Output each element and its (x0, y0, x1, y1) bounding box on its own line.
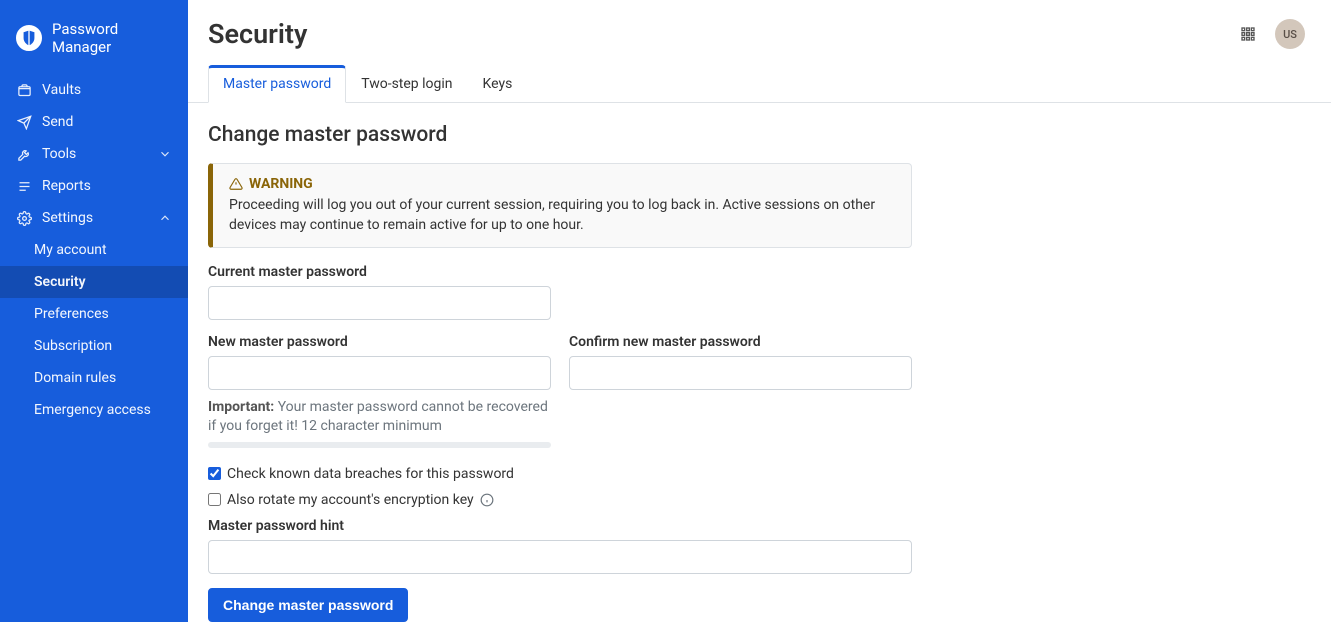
rotate-key-label[interactable]: Also rotate my account's encryption key (227, 492, 474, 508)
change-password-button[interactable]: Change master password (208, 588, 408, 622)
current-password-label: Current master password (208, 264, 1128, 280)
main: Security US Master password Two-step log… (188, 0, 1331, 622)
sidebar-item-preferences[interactable]: Preferences (0, 298, 188, 330)
master-hint-label: Master password hint (208, 518, 1128, 534)
confirm-password-input[interactable] (569, 356, 912, 390)
sidebar-item-my-account[interactable]: My account (0, 234, 188, 266)
sidebar-item-label: Settings (42, 210, 93, 226)
sidebar-item-vaults[interactable]: Vaults (0, 74, 188, 106)
sidebar-item-emergency-access[interactable]: Emergency access (0, 394, 188, 426)
avatar[interactable]: US (1275, 19, 1305, 49)
sidebar-item-label: Subscription (34, 338, 112, 354)
new-password-label: New master password (208, 334, 551, 350)
send-icon (16, 114, 32, 130)
sidebar: Password Manager Vaults Send Tools (0, 0, 188, 622)
sidebar-item-label: Emergency access (34, 402, 151, 418)
content: Change master password WARNING Proceedin… (188, 103, 1148, 642)
tab-label: Keys (483, 76, 513, 92)
warning-callout: WARNING Proceeding will log you out of y… (208, 163, 912, 248)
sidebar-item-reports[interactable]: Reports (0, 170, 188, 202)
important-bold: Important: (208, 399, 274, 415)
sidebar-item-send[interactable]: Send (0, 106, 188, 138)
nav: Vaults Send Tools Reports (0, 74, 188, 234)
sidebar-item-label: Reports (42, 178, 91, 194)
reports-icon (16, 178, 32, 194)
apps-grid-icon[interactable] (1239, 25, 1257, 43)
tab-label: Master password (223, 76, 331, 92)
rotate-key-checkbox[interactable] (208, 493, 221, 506)
topbar: Security US (188, 0, 1331, 50)
brand[interactable]: Password Manager (0, 0, 188, 74)
sidebar-item-label: Security (34, 274, 86, 290)
rotate-key-row: Also rotate my account's encryption key (208, 492, 1128, 508)
chevron-down-icon (158, 147, 172, 161)
check-breach-row: Check known data breaches for this passw… (208, 466, 1128, 482)
page-title: Security (208, 18, 307, 50)
sidebar-item-label: Tools (42, 146, 76, 162)
tabs: Master password Two-step login Keys (188, 64, 1331, 103)
shield-logo-icon (16, 25, 42, 51)
button-label: Change master password (223, 597, 393, 613)
vault-icon (16, 82, 32, 98)
check-breach-checkbox[interactable] (208, 467, 221, 480)
section-title: Change master password (208, 123, 1128, 147)
warning-body: Proceeding will log you out of your curr… (229, 196, 895, 235)
sidebar-item-label: Send (42, 114, 73, 130)
tab-master-password[interactable]: Master password (208, 65, 346, 103)
new-password-input[interactable] (208, 356, 551, 390)
password-hint-text: Important: Your master password cannot b… (208, 398, 551, 436)
sidebar-item-security[interactable]: Security (0, 266, 188, 298)
sidebar-item-label: Preferences (34, 306, 109, 322)
sidebar-item-settings[interactable]: Settings (0, 202, 188, 234)
sidebar-item-subscription[interactable]: Subscription (0, 330, 188, 362)
gear-icon (16, 210, 32, 226)
settings-submenu: My account Security Preferences Subscrip… (0, 234, 188, 426)
master-hint-input[interactable] (208, 540, 912, 574)
sidebar-item-domain-rules[interactable]: Domain rules (0, 362, 188, 394)
brand-name: Password Manager (52, 20, 172, 56)
info-circle-icon[interactable] (480, 493, 494, 507)
sidebar-item-label: Vaults (42, 82, 81, 98)
tab-two-step-login[interactable]: Two-step login (346, 65, 467, 103)
wrench-icon (16, 146, 32, 162)
warning-title: WARNING (249, 176, 313, 192)
sidebar-item-tools[interactable]: Tools (0, 138, 188, 170)
chevron-up-icon (158, 211, 172, 225)
tab-keys[interactable]: Keys (468, 65, 528, 103)
current-password-input[interactable] (208, 286, 551, 320)
sidebar-item-label: My account (34, 242, 107, 258)
tab-label: Two-step login (361, 76, 452, 92)
check-breach-label[interactable]: Check known data breaches for this passw… (227, 466, 514, 482)
confirm-password-label: Confirm new master password (569, 334, 912, 350)
sidebar-item-label: Domain rules (34, 370, 116, 386)
warning-triangle-icon (229, 177, 243, 191)
password-strength-meter (208, 442, 551, 448)
